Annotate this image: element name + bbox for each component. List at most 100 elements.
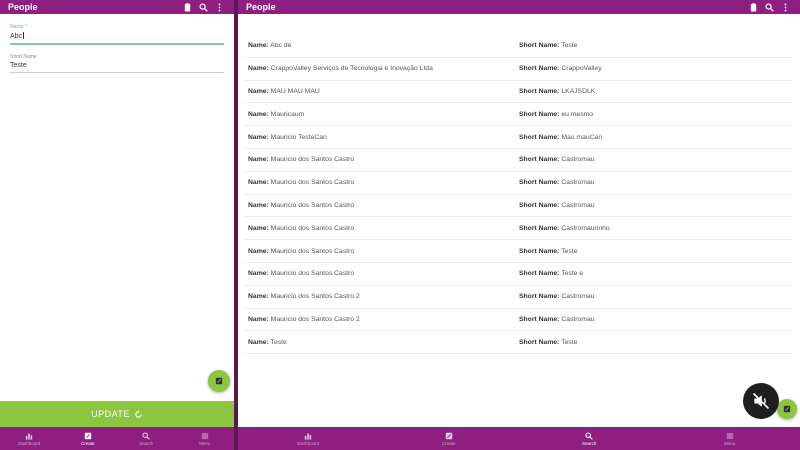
list-item[interactable]: Name: Teste Short Name: Teste [244, 331, 792, 355]
menu-icon [726, 433, 733, 438]
list-item[interactable]: Name: Mauricio dos Santos Castro 2 Short … [244, 286, 792, 309]
name-prefix: Name: [248, 201, 269, 209]
name-prefix: Name: [248, 315, 269, 323]
person-name-cell: Name: Mauricio dos Santos Castro 2 [244, 316, 519, 323]
edit-note-icon [215, 377, 223, 385]
short-name-input[interactable]: Teste [10, 60, 224, 72]
screen: People Name * Abc Short Name Teste UPDAT… [0, 0, 800, 450]
nav-dashboard-label: Dashboard [18, 440, 41, 446]
name-prefix: Name: [248, 133, 269, 141]
nav-dashboard[interactable]: Dashboard [238, 427, 379, 450]
right-edit-fab[interactable] [777, 399, 797, 419]
update-button[interactable]: UPDATE [0, 401, 234, 427]
name-prefix: Name: [248, 42, 269, 50]
mute-video-button[interactable] [743, 383, 779, 419]
short-prefix: Short Name: [519, 65, 560, 73]
nav-search[interactable]: Search [117, 427, 176, 450]
short-prefix: Short Name: [519, 293, 560, 301]
name-prefix: Name: [248, 270, 269, 278]
list-item[interactable]: Name: Abc de Short Name: Teste [244, 35, 792, 58]
person-short-name: Teste [561, 338, 578, 346]
short-name-field[interactable]: Short Name Teste [10, 54, 224, 73]
short-name-underline [10, 71, 224, 73]
person-short-name: Mau mauCan [561, 133, 603, 141]
person-short-cell: Short Name: Castromaurinho [519, 225, 792, 232]
short-prefix: Short Name: [519, 179, 560, 187]
person-short-cell: Short Name: CrappoValley [519, 65, 792, 72]
person-name-cell: Name: Teste [244, 339, 519, 346]
more-vert-icon[interactable] [212, 0, 226, 14]
left-edit-fab[interactable] [208, 370, 230, 392]
search-icon[interactable] [762, 0, 776, 14]
person-name: Mauricio dos Santos Castro [270, 224, 355, 232]
person-short-name: Teste e [561, 270, 584, 278]
left-app-bar: People [0, 0, 234, 14]
nav-search[interactable]: Search [519, 427, 660, 450]
person-short-cell: Short Name: Teste [519, 248, 792, 255]
name-input[interactable]: Abc [10, 30, 224, 43]
person-short-cell: Short Name: Castromau [519, 179, 792, 186]
short-prefix: Short Name: [519, 270, 560, 278]
person-short-cell: Short Name: eu mesmo [519, 111, 792, 118]
name-prefix: Name: [248, 156, 269, 164]
person-name-cell: Name: Mauricio dos Santos Castro [244, 225, 519, 232]
clipboard-icon[interactable] [746, 0, 760, 14]
volume-off-icon [752, 392, 770, 410]
name-field[interactable]: Name * Abc [10, 24, 224, 45]
create-icon [445, 432, 452, 439]
list-item[interactable]: Name: MAU MAU MAU Short Name: LKAJSDLK [244, 81, 792, 104]
create-icon [84, 432, 91, 439]
nav-menu[interactable]: Menu [660, 427, 800, 450]
person-form: Name * Abc Short Name Teste [0, 14, 234, 73]
search-icon[interactable] [196, 0, 210, 14]
list-item[interactable]: Name: Mauricio dos Santos Castro Short Na… [244, 240, 792, 263]
chart-icon [305, 433, 312, 440]
menu-icon [201, 433, 208, 438]
person-short-name: eu mesmo [561, 110, 594, 118]
person-short-cell: Short Name: Castromau [519, 156, 792, 163]
person-name: Mauricio dos Santos Castro [270, 156, 355, 164]
person-name-cell: Name: Mauricio dos Santos Castro [244, 270, 519, 277]
list-item[interactable]: Name: Mauricio dos Santos Castro Short Na… [244, 263, 792, 286]
nav-create[interactable]: Create [379, 427, 520, 450]
person-name-cell: Name: MAU MAU MAU [244, 88, 519, 95]
person-name-cell: Name: Mauricio dos Santos Castro [244, 179, 519, 186]
name-prefix: Name: [248, 224, 269, 232]
name-prefix: Name: [248, 179, 269, 187]
person-name-cell: Name: Mauricio dos Santos Castro [244, 248, 519, 255]
list-item[interactable]: Name: Mauricio TesteCan Short Name: Mau m… [244, 126, 792, 149]
person-name: Mauricio dos Santos Castro 2 [270, 315, 360, 323]
person-short-name: Castromaurinho [561, 224, 610, 232]
clipboard-icon[interactable] [180, 0, 194, 14]
edit-note-icon [783, 405, 791, 413]
more-vert-icon[interactable] [778, 0, 792, 14]
name-underline [10, 43, 224, 45]
people-list: Name: Abc de Short Name: Teste Name: Crapp… [238, 14, 800, 355]
list-pane: People Name: Abc de Short Name: Teste Name… [238, 0, 800, 450]
nav-create-label: Create [441, 440, 456, 446]
nav-search-label: Search [139, 440, 154, 446]
person-short-name: CrappoValley [561, 65, 602, 73]
person-name-cell: Name: Mauricio dos Santos Castro [244, 156, 519, 163]
list-item[interactable]: Name: CrappoValley Serviços de Tecnologi… [244, 58, 792, 81]
nav-create[interactable]: Create [59, 427, 118, 450]
nav-dashboard[interactable]: Dashboard [0, 427, 59, 450]
list-item[interactable]: Name: Mauricio dos Santos Castro 2 Short … [244, 309, 792, 332]
short-prefix: Short Name: [519, 338, 560, 346]
list-item[interactable]: Name: Mauricaum Short Name: eu mesmo [244, 103, 792, 127]
short-prefix: Short Name: [519, 133, 560, 141]
person-name: Mauricio dos Santos Castro [270, 270, 355, 278]
person-short-name: Teste [561, 42, 578, 50]
person-name: Mauricio TesteCan [270, 133, 327, 141]
short-prefix: Short Name: [519, 110, 560, 118]
list-item[interactable]: Name: Mauricio dos Santos Castro Short Na… [244, 195, 792, 218]
person-short-cell: Short Name: Teste [519, 339, 792, 346]
list-item[interactable]: Name: Mauricio dos Santos Castro Short Na… [244, 172, 792, 195]
name-value: Abc [10, 33, 23, 40]
nav-menu[interactable]: Menu [176, 427, 235, 450]
list-item[interactable]: Name: Mauricio dos Santos Castro Short Na… [244, 217, 792, 241]
person-name-cell: Name: Mauricio TesteCan [244, 134, 519, 141]
update-label: UPDATE [91, 409, 130, 419]
person-name: Mauricio dos Santos Castro [270, 247, 355, 255]
list-item[interactable]: Name: Mauricio dos Santos Castro Short Na… [244, 149, 792, 172]
